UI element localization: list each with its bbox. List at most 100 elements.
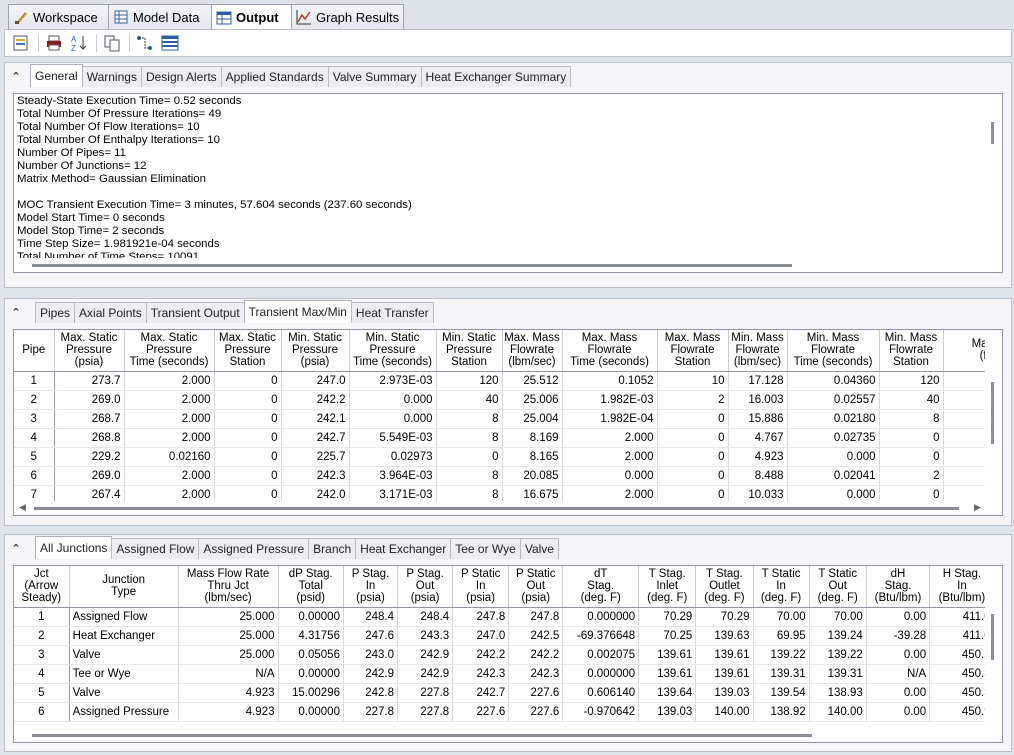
junction-column-header[interactable]: P Stag. In (psia) — [343, 566, 399, 608]
junction-row[interactable]: 3 Valve 25.000 0.05056 243.0 242.9 242.2 242.2 0… — [14, 645, 1002, 665]
tab-assigned-flow[interactable]: Assigned Flow — [111, 538, 200, 559]
tab-output[interactable]: Output — [211, 4, 292, 30]
junction-row-cell: 242.2 — [508, 645, 564, 665]
pipe-column-header[interactable]: Max. Mass Flowrate Time (seconds) — [562, 330, 658, 372]
junction-row-cell: Tee or Wye — [69, 664, 179, 684]
junction-row-cell: 139.61 — [638, 664, 697, 684]
junction-row-cell: 140.00 — [695, 702, 754, 722]
pipe-column-header[interactable]: Max. Static Pressure Station — [214, 330, 282, 372]
tab-model-data[interactable]: Model Data — [108, 4, 212, 29]
junction-row[interactable]: 6 Assigned Pressure 4.923 0.00000 227.8 227.8… — [14, 702, 1002, 722]
scroll-right-icon[interactable]: ▶ — [974, 502, 981, 513]
select-pipes-button[interactable] — [135, 33, 155, 53]
pipe-row-cell: 0 — [657, 466, 729, 486]
sort-button[interactable]: AZ — [69, 33, 89, 53]
junction-column-header[interactable]: dT Stag. (deg. F) — [562, 566, 640, 608]
tab-transient-max-min[interactable]: Transient Max/Min — [243, 300, 352, 323]
pipe-column-header[interactable]: Max. Mass Flowrate (lbm/sec) — [502, 330, 563, 372]
pipe-column-header[interactable]: Min. Static Pressure Time (seconds) — [349, 330, 437, 372]
output-control-button[interactable] — [11, 33, 31, 53]
tab-valve[interactable]: Valve — [519, 538, 559, 559]
pipe-row[interactable]: 3 268.7 2.000 0 242.1 0.000 8 25.004 1.982E-04 0 1… — [14, 409, 1002, 429]
pipe-row[interactable]: 6 269.0 2.000 0 242.3 3.964E-03 8 20.085 0.000 0 8… — [14, 466, 1002, 486]
junction-row[interactable]: 1 Assigned Flow 25.000 0.00000 248.4 248.4 247… — [14, 607, 1002, 627]
tab-transient-output[interactable]: Transient Output — [145, 302, 245, 323]
junction-row-cell: 0.000000 — [562, 664, 640, 684]
tab-warnings[interactable]: Warnings — [81, 66, 142, 87]
pipe-column-header[interactable]: Min. Mass Flowrate Station — [879, 330, 944, 372]
general-horizontal-scrollbar[interactable] — [14, 258, 986, 272]
junction-row-cell: 139.03 — [638, 702, 697, 722]
junction-row-cell: 0.00 — [866, 683, 931, 703]
tab-heat-exchanger-summary[interactable]: Heat Exchanger Summary — [420, 66, 572, 87]
pipe-row-cell: 4.923 — [728, 447, 788, 467]
pipe-vertical-scrollbar[interactable] — [985, 330, 1002, 500]
junction-horizontal-scrollbar[interactable] — [14, 728, 986, 742]
tab-branch[interactable]: Branch — [308, 538, 357, 559]
junction-column-header[interactable]: T Static In (deg. F) — [753, 566, 810, 608]
tab-valve-summary[interactable]: Valve Summary — [327, 66, 422, 87]
tab-workspace[interactable]: Workspace — [8, 4, 109, 29]
tab-all-junctions[interactable]: All Junctions — [35, 536, 113, 559]
pipe-row-cell: 268.7 — [54, 409, 125, 429]
collapse-general-button[interactable]: ⌃ — [5, 65, 27, 87]
junction-column-header[interactable]: dH Stag. (Btu/lbm) — [866, 566, 931, 608]
junction-row[interactable]: 2 Heat Exchanger 25.000 4.31756 247.6 243.3 24… — [14, 626, 1002, 646]
output-icon — [216, 10, 232, 26]
pipe-section: ⌃ Pipes Axial Points Transient Output Tr… — [4, 298, 1012, 526]
junction-row-cell: 0.00000 — [278, 702, 344, 722]
print-button[interactable] — [44, 33, 64, 53]
junction-column-header[interactable]: T Stag. Outlet (deg. F) — [695, 566, 754, 608]
tab-applied-standards[interactable]: Applied Standards — [220, 66, 329, 87]
pipe-column-header[interactable]: Max. Static Pressure (psia) — [54, 330, 125, 372]
pipe-column-header[interactable]: Min. Static Pressure (psia) — [281, 330, 350, 372]
junction-column-header[interactable]: P Static In (psia) — [452, 566, 510, 608]
pipe-column-header[interactable]: Min. Mass Flowrate (lbm/sec) — [728, 330, 788, 372]
pipe-row[interactable]: 2 269.0 2.000 0 242.2 0.000 40 25.006 1.982E-03 2… — [14, 390, 1002, 410]
collapse-junction-button[interactable]: ⌃ — [5, 537, 27, 559]
pipe-row-cell: 20.085 — [502, 466, 563, 486]
junction-column-header[interactable]: T Stag. Inlet (deg. F) — [638, 566, 697, 608]
pipe-results-table: Pipe Max. Static Pressure (psia) Max. Static… — [13, 329, 1003, 516]
junction-column-header[interactable]: P Static Out (psia) — [508, 566, 564, 608]
junction-row[interactable]: 4 Tee or Wye N/A 0.00000 242.9 242.9 242.3 242.… — [14, 664, 1002, 684]
junction-row-cell: 227.6 — [452, 702, 510, 722]
tab-general[interactable]: General — [30, 64, 83, 87]
junction-column-header[interactable]: Mass Flow Rate Thru Jct (lbm/sec) — [178, 566, 279, 608]
pipe-horizontal-scrollbar[interactable]: ◀ ▶ — [14, 501, 1002, 515]
junction-column-header[interactable]: dP Stag. Total (psid) — [278, 566, 344, 608]
tab-heat-transfer[interactable]: Heat Transfer — [350, 302, 434, 323]
pipe-row[interactable]: 5 229.2 0.02160 0 225.7 0.02973 0 8.165 2.000 0 4.… — [14, 447, 1002, 467]
junction-column-header[interactable]: P Stag. Out (psia) — [397, 566, 454, 608]
pipe-row-cell: 8.488 — [728, 466, 788, 486]
pipe-column-header[interactable]: Max. Static Pressure Time (seconds) — [124, 330, 215, 372]
tab-axial-points[interactable]: Axial Points — [74, 302, 147, 323]
junction-row-cell: 227.8 — [397, 683, 454, 703]
junction-column-header[interactable]: Junction Type — [69, 566, 179, 608]
tab-graph-results[interactable]: Graph Results — [291, 4, 404, 29]
junction-column-header[interactable]: Jct (Arrow Steady) — [14, 566, 70, 608]
tab-tee-or-wye[interactable]: Tee or Wye — [450, 538, 521, 559]
pipe-row[interactable]: 1 273.7 2.000 0 247.0 2.973E-03 120 25.512 0.105… — [14, 371, 1002, 391]
pipe-column-header[interactable]: Min. Mass Flowrate Time (seconds) — [787, 330, 880, 372]
general-vertical-scrollbar[interactable] — [985, 94, 1002, 258]
general-line: Number Of Pipes= 11 — [17, 147, 127, 159]
junction-row[interactable]: 5 Valve 4.923 15.00296 242.8 227.8 242.7 227.6 0… — [14, 683, 1002, 703]
pipe-row-cell: 2.000 — [124, 409, 215, 429]
pipe-column-header[interactable]: Min. Static Pressure Station — [436, 330, 503, 372]
tab-assigned-pressure[interactable]: Assigned Pressure — [198, 538, 310, 559]
copy-button[interactable] — [102, 33, 122, 53]
tab-design-alerts[interactable]: Design Alerts — [140, 66, 222, 87]
collapse-chevron-icon: ⌃ — [11, 542, 21, 555]
pipe-row[interactable]: 4 268.8 2.000 0 242.7 5.549E-03 8 8.169 2.000 0 4.… — [14, 428, 1002, 448]
tab-heat-exchanger[interactable]: Heat Exchanger — [355, 538, 452, 559]
tab-pipes[interactable]: Pipes — [35, 302, 76, 323]
junction-column-header[interactable]: T Static Out (deg. F) — [809, 566, 867, 608]
pipe-column-header[interactable]: Pipe — [14, 330, 55, 372]
junction-row-cell: 248.4 — [397, 607, 454, 627]
junction-vertical-scrollbar[interactable] — [985, 566, 1002, 728]
scroll-left-icon[interactable]: ◀ — [19, 502, 26, 513]
collapse-pipe-button[interactable]: ⌃ — [5, 301, 27, 323]
pipe-column-header[interactable]: Max. Mass Flowrate Station — [657, 330, 729, 372]
section-layout-button[interactable] — [160, 33, 180, 53]
